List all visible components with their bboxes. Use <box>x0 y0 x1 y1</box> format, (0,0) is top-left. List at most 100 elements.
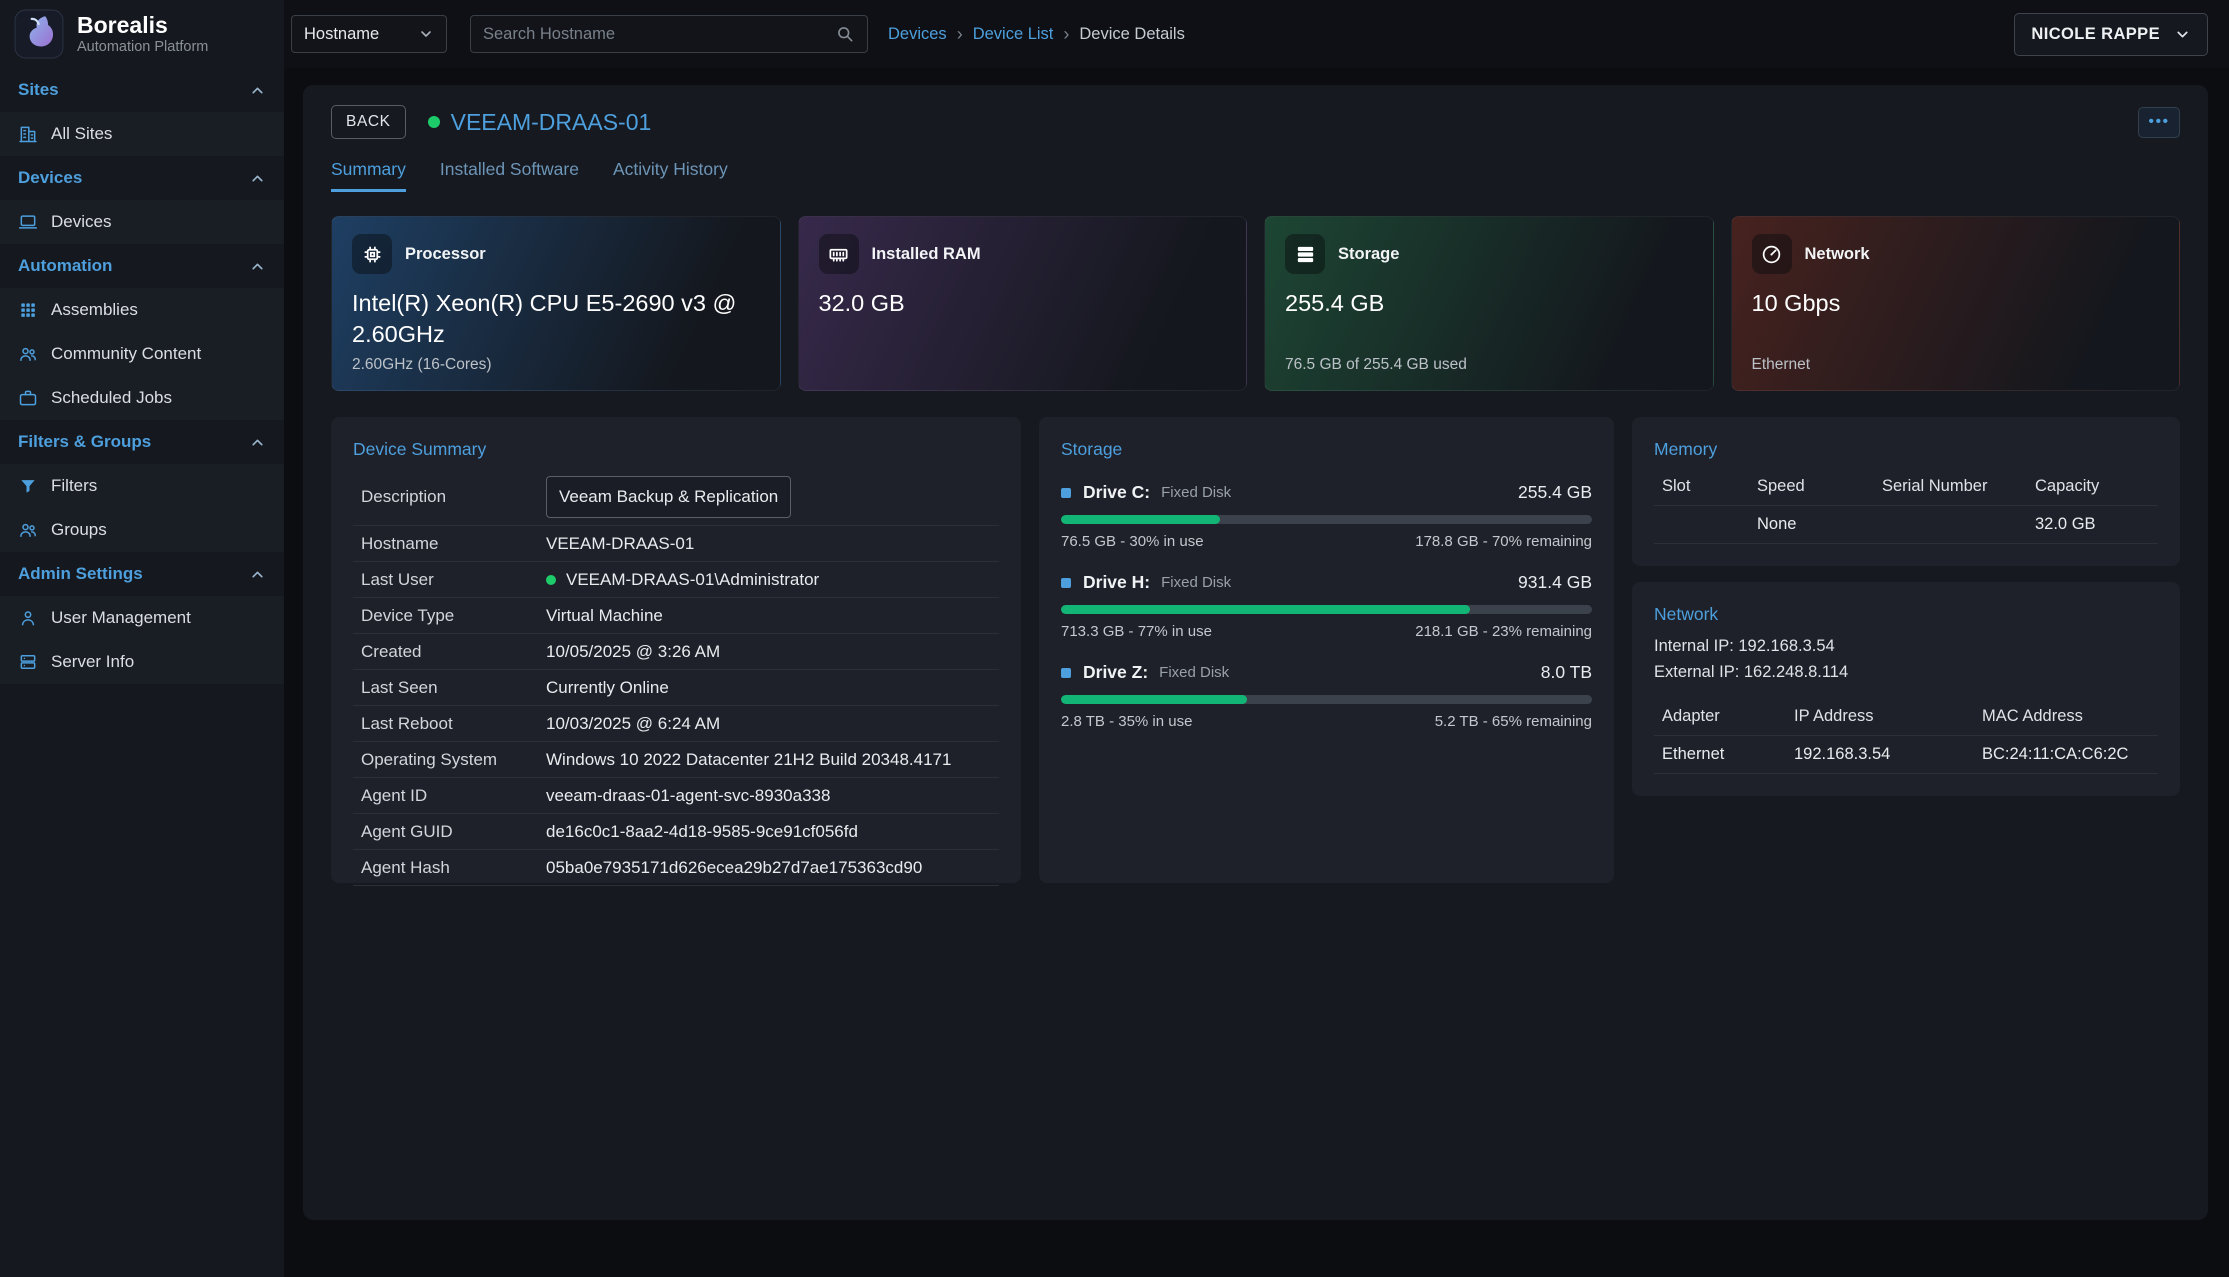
more-actions-button[interactable]: ••• <box>2138 107 2180 138</box>
network-card: Network 10 Gbps Ethernet <box>1731 216 2181 391</box>
drive-type: Fixed Disk <box>1161 574 1231 591</box>
card-value: Intel(R) Xeon(R) CPU E5-2690 v3 @ 2.60GH… <box>352 288 760 349</box>
memory-table-header: Slot Speed Serial Number Capacity <box>1654 468 2158 506</box>
tab-activity-history[interactable]: Activity History <box>613 159 728 192</box>
cpu-icon <box>352 234 392 274</box>
drive-size: 8.0 TB <box>1541 662 1592 683</box>
sidebar-item-groups[interactable]: Groups <box>0 508 284 552</box>
borealis-logo <box>14 9 64 59</box>
device-summary-panel: Device Summary Description Hostname VEEA… <box>331 417 1021 883</box>
internal-ip: Internal IP: 192.168.3.54 <box>1654 633 2158 659</box>
summary-row-value: Virtual Machine <box>546 606 663 626</box>
card-value: 32.0 GB <box>819 288 1227 319</box>
breadcrumb: Devices › Device List › Device Details <box>888 24 1185 45</box>
summary-row-value: de16c0c1-8aa2-4d18-9585-9ce91cf056fd <box>546 822 858 842</box>
drive-size: 255.4 GB <box>1518 482 1592 503</box>
breadcrumb-device-list[interactable]: Device List <box>973 25 1054 44</box>
summary-row-label: Operating System <box>361 750 546 770</box>
sidebar-section-devices[interactable]: Devices <box>0 156 284 200</box>
tab-summary[interactable]: Summary <box>331 159 406 192</box>
sidebar-item-user-management[interactable]: User Management <box>0 596 284 640</box>
sidebar-item-server-info[interactable]: Server Info <box>0 640 284 684</box>
description-input[interactable] <box>546 476 791 518</box>
drive-bullet-icon <box>1061 488 1071 498</box>
ellipsis-icon: ••• <box>2148 113 2169 131</box>
sidebar-item-filters[interactable]: Filters <box>0 464 284 508</box>
drive-name: Drive H: <box>1083 572 1150 593</box>
breadcrumb-separator: › <box>1063 24 1069 45</box>
summary-row-operating-system: Operating System Windows 10 2022 Datacen… <box>353 742 999 778</box>
card-footer: 76.5 GB of 255.4 GB used <box>1285 356 1693 374</box>
tab-installed-software[interactable]: Installed Software <box>440 159 579 192</box>
sidebar: Sites All Sites Devices Devices Automati… <box>0 68 284 1277</box>
network-table: Adapter IP Address MAC Address Ethernet … <box>1654 698 2158 774</box>
back-button[interactable]: BACK <box>331 105 406 139</box>
network-table-row: Ethernet 192.168.3.54 BC:24:11:CA:C6:2C <box>1654 736 2158 774</box>
chevron-up-icon <box>249 258 266 275</box>
sidebar-item-label: Community Content <box>51 344 201 364</box>
search-icon[interactable] <box>835 24 855 44</box>
drive-h: Drive H: Fixed Disk 931.4 GB 713.3 GB - … <box>1061 572 1592 640</box>
network-panel: Network Internal IP: 192.168.3.54 Extern… <box>1632 582 2180 796</box>
device-details-panel: BACK VEEAM-DRAAS-01 ••• Summary Installe… <box>303 85 2208 1220</box>
groups-icon <box>18 520 38 540</box>
chevron-up-icon <box>249 566 266 583</box>
sidebar-item-label: Assemblies <box>51 300 138 320</box>
sidebar-section-sites[interactable]: Sites <box>0 68 284 112</box>
stat-cards: Processor Intel(R) Xeon(R) CPU E5-2690 v… <box>331 216 2180 391</box>
card-footer: Ethernet <box>1752 356 2160 374</box>
summary-row-label: Agent ID <box>361 786 546 806</box>
summary-row-agent-id: Agent ID veeam-draas-01-agent-svc-8930a3… <box>353 778 999 814</box>
storage-card: Storage 255.4 GB 76.5 GB of 255.4 GB use… <box>1264 216 1714 391</box>
storage-panel: Storage Drive C: Fixed Disk 255.4 GB 76.… <box>1039 417 1614 883</box>
summary-row-hostname: Hostname VEEAM-DRAAS-01 <box>353 526 999 562</box>
drive-name: Drive C: <box>1083 482 1150 503</box>
breadcrumb-device-details: Device Details <box>1079 25 1184 44</box>
sidebar-item-community-content[interactable]: Community Content <box>0 332 284 376</box>
sidebar-section-label: Devices <box>18 168 82 188</box>
user-management-icon <box>18 608 38 628</box>
card-footer <box>819 356 1227 374</box>
drive-used-text: 76.5 GB - 30% in use <box>1061 533 1204 550</box>
sidebar-item-all-sites[interactable]: All Sites <box>0 112 284 156</box>
summary-row-value: 10/05/2025 @ 3:26 AM <box>546 642 720 662</box>
user-menu-label: NICOLE RAPPE <box>2031 25 2160 44</box>
summary-row-agent-hash: Agent Hash 05ba0e7935171d626ecea29b27d7a… <box>353 850 999 886</box>
card-value: 255.4 GB <box>1285 288 1693 319</box>
drive-usage-bar <box>1061 605 1592 614</box>
scheduled-jobs-icon <box>18 388 38 408</box>
topbar: Borealis Automation Platform Hostname De… <box>0 0 2229 68</box>
sidebar-section-admin-settings[interactable]: Admin Settings <box>0 552 284 596</box>
search-input[interactable] <box>483 25 835 44</box>
sidebar-item-scheduled-jobs[interactable]: Scheduled Jobs <box>0 376 284 420</box>
sites-icon <box>18 124 38 144</box>
network-header-mac: MAC Address <box>1982 707 2150 726</box>
chevron-down-icon <box>2174 26 2191 43</box>
sidebar-section-filters-groups[interactable]: Filters & Groups <box>0 420 284 464</box>
user-menu-button[interactable]: NICOLE RAPPE <box>2014 13 2208 56</box>
summary-row-label: Device Type <box>361 606 546 626</box>
sidebar-item-assemblies[interactable]: Assemblies <box>0 288 284 332</box>
processor-card: Processor Intel(R) Xeon(R) CPU E5-2690 v… <box>331 216 781 391</box>
summary-row-label: Agent Hash <box>361 858 546 878</box>
drive-usage-fill <box>1061 695 1247 704</box>
network-cell-mac: BC:24:11:CA:C6:2C <box>1982 745 2150 764</box>
server-info-icon <box>18 652 38 672</box>
drive-remaining-text: 218.1 GB - 23% remaining <box>1415 623 1592 640</box>
summary-row-label: Agent GUID <box>361 822 546 842</box>
drive-used-text: 713.3 GB - 77% in use <box>1061 623 1212 640</box>
drive-name: Drive Z: <box>1083 662 1148 683</box>
devices-icon <box>18 212 38 232</box>
assemblies-icon <box>18 300 38 320</box>
sidebar-section-automation[interactable]: Automation <box>0 244 284 288</box>
detail-columns: Device Summary Description Hostname VEEA… <box>331 417 2180 883</box>
brand-name: Borealis <box>77 13 208 37</box>
network-header-ip: IP Address <box>1794 707 1982 726</box>
memory-panel-title: Memory <box>1654 439 2158 460</box>
hostname-filter-select[interactable]: Hostname <box>291 15 447 53</box>
sidebar-item-devices[interactable]: Devices <box>0 200 284 244</box>
hostname-filter-value: Hostname <box>304 25 379 44</box>
brand-subtitle: Automation Platform <box>77 39 208 55</box>
memory-header-speed: Speed <box>1757 477 1882 496</box>
breadcrumb-devices[interactable]: Devices <box>888 25 947 44</box>
